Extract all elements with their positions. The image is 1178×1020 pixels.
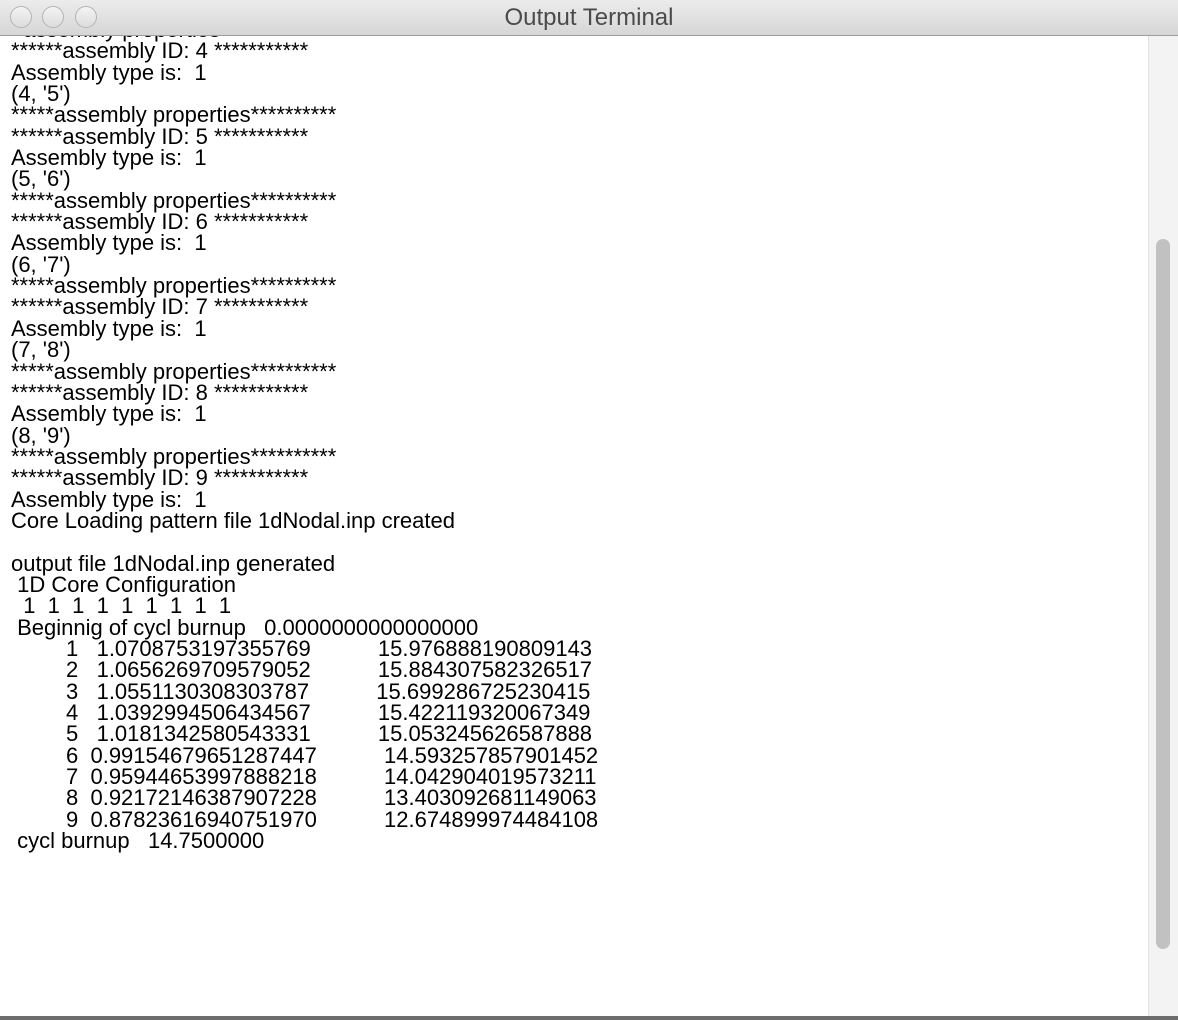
- window-title: Output Terminal: [504, 4, 674, 31]
- terminal-line: ******assembly ID: 4 ***********: [11, 38, 309, 64]
- terminal-line: ******assembly ID: 9 ***********: [11, 465, 309, 491]
- terminal-line: *****assembly properties**********: [11, 358, 337, 384]
- terminal-line: (5, '6'): [11, 166, 71, 192]
- terminal-line: Assembly type is: 1: [11, 230, 207, 256]
- terminal-line: ******assembly ID: 8 ***********: [11, 379, 309, 405]
- terminal-line: ******assembly ID: 5 ***********: [11, 123, 309, 149]
- terminal-line: 9 0.87823616940751970 12.674899974484108: [11, 806, 599, 832]
- window-bottom-edge: [0, 1016, 1178, 1020]
- terminal-line: Beginnig of cycl burnup 0.00000000000000…: [11, 614, 479, 640]
- terminal-output-area[interactable]: assembly properties******assembly ID: 4 …: [0, 36, 1148, 1016]
- title-bar[interactable]: Output Terminal: [0, 0, 1178, 36]
- terminal-line: 4 1.0392994506434567 15.422119320067349: [11, 700, 591, 725]
- terminal-line: *****assembly properties**********: [11, 187, 337, 213]
- terminal-line: 1 1 1 1 1 1 1 1 1: [11, 593, 232, 619]
- terminal-line: Assembly type is: 1: [11, 145, 207, 171]
- terminal-line: 3 1.0551130308303787 15.699286725230415: [11, 678, 591, 704]
- terminal-line: (4, '5'): [11, 81, 71, 107]
- terminal-line: 7 0.95944653997888218 14.042904019573211: [11, 764, 597, 790]
- terminal-output: assembly properties******assembly ID: 4 …: [11, 36, 599, 854]
- terminal-line: *****assembly properties**********: [11, 273, 337, 299]
- terminal-line: Assembly type is: 1: [11, 315, 207, 341]
- terminal-line: ******assembly ID: 7 ***********: [11, 294, 309, 320]
- terminal-line: 1D Core Configuration: [11, 571, 237, 597]
- terminal-line: Assembly type is: 1: [11, 486, 207, 512]
- terminal-line: (8, '9'): [11, 422, 71, 448]
- terminal-line: 1 1.0708753197355769 15.976888190809143: [11, 635, 593, 661]
- terminal-line: ******assembly ID: 6 ***********: [11, 209, 309, 235]
- output-terminal-window: Output Terminal assembly properties*****…: [0, 0, 1178, 1020]
- terminal-line: Core Loading pattern file 1dNodal.inp cr…: [11, 507, 455, 533]
- scrollbar-thumb[interactable]: [1156, 239, 1170, 949]
- terminal-line: 8 0.92172146387907228 13.403092681149063: [11, 785, 597, 811]
- terminal-line: *****assembly properties**********: [11, 102, 337, 128]
- terminal-line: (7, '8'): [11, 337, 71, 363]
- terminal-line: Assembly type is: 1: [11, 59, 207, 85]
- terminal-line: 6 0.99154679651287447 14.593257857901452: [11, 742, 599, 768]
- terminal-line: output file 1dNodal.inp generated: [11, 550, 336, 576]
- terminal-line: cycl burnup 14.7500000: [11, 828, 265, 854]
- terminal-line: 2 1.0656269709579052 15.884307582326517: [11, 657, 593, 683]
- terminal-line: (6, '7'): [11, 251, 71, 277]
- terminal-line: 5 1.0181342580543331 15.053245626587888: [11, 721, 593, 747]
- vertical-scrollbar[interactable]: [1148, 36, 1178, 1016]
- terminal-line: Assembly type is: 1: [11, 401, 207, 427]
- terminal-line: *****assembly properties**********: [11, 443, 337, 469]
